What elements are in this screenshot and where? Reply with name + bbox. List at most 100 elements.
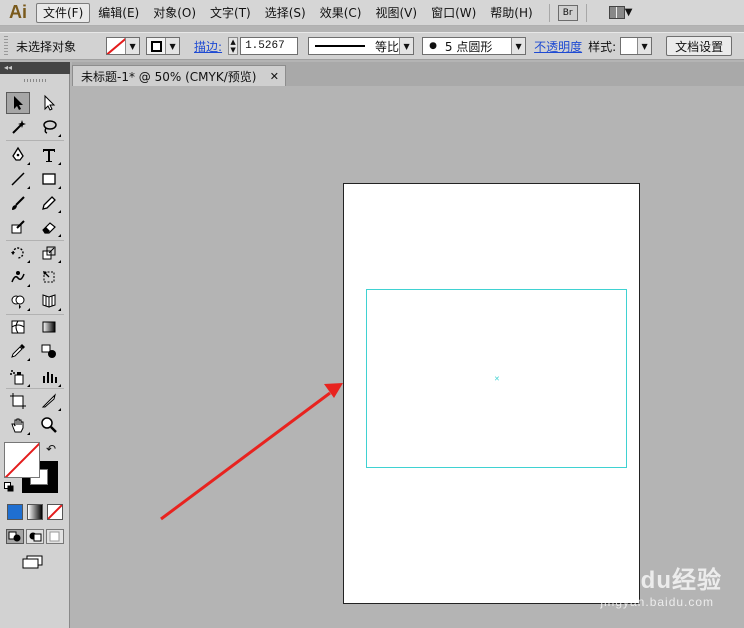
draw-normal-button[interactable]: [6, 529, 24, 544]
draw-behind-icon: [29, 532, 42, 542]
screen-mode-icon[interactable]: [22, 555, 44, 569]
menu-separator: [548, 3, 550, 22]
blob-brush-tool[interactable]: [6, 216, 30, 238]
style-label: 样式:: [588, 39, 617, 54]
selected-rectangle[interactable]: ✕: [366, 289, 627, 468]
style-dropdown[interactable]: ▼: [620, 37, 653, 55]
none-mode-button[interactable]: [47, 504, 63, 520]
free-transform-icon: [43, 271, 55, 283]
collapse-icon[interactable]: ◂◂: [4, 63, 12, 72]
toolbox-separator: [6, 388, 64, 389]
color-mode-button[interactable]: [7, 504, 23, 520]
warp-tool[interactable]: [6, 266, 30, 288]
symbol-sprayer-tool[interactable]: [6, 366, 30, 388]
column-graph-icon: [43, 372, 57, 383]
lasso-tool[interactable]: [37, 116, 61, 138]
mesh-icon: [11, 320, 25, 334]
menu-view[interactable]: 视图(V): [369, 3, 423, 23]
tool-group-indicator: [27, 284, 30, 287]
paintbrush-icon: [12, 196, 25, 210]
magic-wand-tool[interactable]: [6, 116, 30, 138]
hand-tool[interactable]: [6, 414, 30, 436]
scale-tool[interactable]: [37, 242, 61, 264]
arrange-grid-icon: [608, 6, 625, 19]
slice-tool[interactable]: [37, 390, 61, 412]
magnifier-icon: [41, 417, 57, 433]
panel-grip[interactable]: [4, 36, 8, 56]
stroke-weight-input[interactable]: 1.5267: [240, 37, 299, 55]
control-bar: 未选择对象 ▼ ▼ 描边: ▲ ▼ 1.5267 等比 ▼ ● 5 点圆形 ▼ 不…: [0, 32, 744, 60]
app-logo: Ai: [9, 2, 27, 22]
menu-type[interactable]: 文字(T): [204, 3, 257, 23]
toolbox-header[interactable]: ◂◂: [0, 62, 70, 74]
menu-effect[interactable]: 效果(C): [314, 3, 368, 23]
scale-icon: [42, 246, 56, 260]
tool-group-indicator: [27, 186, 30, 189]
perspective-grid-tool[interactable]: [37, 290, 61, 312]
selection-tool[interactable]: [6, 92, 30, 114]
shape-builder-icon: [11, 295, 25, 309]
stroke-profile-dropdown[interactable]: 等比 ▼: [308, 37, 415, 55]
draw-inside-icon: [49, 531, 60, 542]
draw-behind-button[interactable]: [26, 529, 44, 544]
default-fill-stroke-icon[interactable]: [4, 482, 14, 492]
watermark: Baidu经验 jingyan.baidu.com: [600, 560, 722, 609]
stroke-color-dropdown[interactable]: ▼: [146, 37, 181, 55]
menu-object[interactable]: 对象(O): [147, 3, 202, 23]
column-graph-tool[interactable]: [37, 366, 61, 388]
fill-color-dropdown[interactable]: ▼: [106, 37, 141, 55]
bridge-button[interactable]: Br: [557, 4, 578, 21]
stroke-weight-stepper[interactable]: ▲ ▼: [228, 37, 239, 55]
menu-select[interactable]: 选择(S): [259, 3, 312, 23]
fill-none-swatch-icon: [107, 38, 126, 54]
toolbox-separator: [6, 314, 64, 315]
fill-color-box[interactable]: [4, 442, 40, 478]
brush-dot-icon: ●: [429, 41, 437, 51]
document-tab[interactable]: 未标题-1* @ 50% (CMYK/预览) ✕: [72, 65, 286, 86]
stroke-line-icon: [315, 45, 366, 47]
artboard[interactable]: ✕: [343, 183, 640, 604]
tool-group-indicator: [27, 308, 30, 311]
menu-file[interactable]: 文件(F): [36, 2, 91, 23]
stroke-link[interactable]: 描边:: [194, 38, 222, 55]
mesh-tool[interactable]: [6, 316, 30, 338]
line-segment-tool[interactable]: [6, 168, 30, 190]
tool-group-indicator: [27, 432, 30, 435]
pencil-tool[interactable]: [37, 192, 61, 214]
zoom-tool[interactable]: [37, 414, 61, 436]
eyedropper-icon: [11, 344, 25, 358]
chevron-down-icon: ▼: [511, 38, 526, 54]
opacity-link[interactable]: 不透明度: [534, 38, 582, 55]
eyedropper-tool[interactable]: [6, 340, 30, 362]
draw-inside-button[interactable]: [46, 529, 64, 544]
brush-dropdown[interactable]: ● 5 点圆形 ▼: [422, 37, 527, 55]
paintbrush-tool[interactable]: [6, 192, 30, 214]
direct-selection-tool[interactable]: [37, 92, 61, 114]
menu-window[interactable]: 窗口(W): [425, 3, 482, 23]
gradient-mode-button[interactable]: [27, 504, 43, 520]
blend-tool[interactable]: [37, 340, 61, 362]
gradient-tool[interactable]: [37, 316, 61, 338]
draw-normal-icon: [8, 531, 21, 542]
eraser-tool[interactable]: [37, 216, 61, 238]
menu-help[interactable]: 帮助(H): [484, 3, 538, 23]
rectangle-tool[interactable]: [37, 168, 61, 190]
toolbox-grip[interactable]: [24, 79, 46, 82]
arrange-documents-button[interactable]: ▼: [608, 6, 632, 19]
pen-tool[interactable]: [6, 144, 30, 166]
warp-icon: [11, 271, 25, 283]
document-setup-button[interactable]: 文档设置: [666, 36, 733, 56]
close-icon[interactable]: ✕: [270, 70, 279, 83]
type-tool[interactable]: [37, 144, 61, 166]
shape-builder-tool[interactable]: [6, 290, 30, 312]
rotate-icon: [11, 247, 24, 259]
direct-selection-arrow-icon: [44, 94, 56, 111]
menu-edit[interactable]: 编辑(E): [92, 3, 145, 23]
swap-fill-stroke-icon[interactable]: ↶: [46, 442, 56, 456]
tool-group-indicator: [58, 384, 61, 387]
slice-knife-icon: [41, 393, 56, 408]
free-transform-tool[interactable]: [37, 266, 61, 288]
rotate-tool[interactable]: [6, 242, 30, 264]
artboard-tool[interactable]: [6, 390, 30, 412]
canvas[interactable]: ✕: [72, 86, 744, 628]
